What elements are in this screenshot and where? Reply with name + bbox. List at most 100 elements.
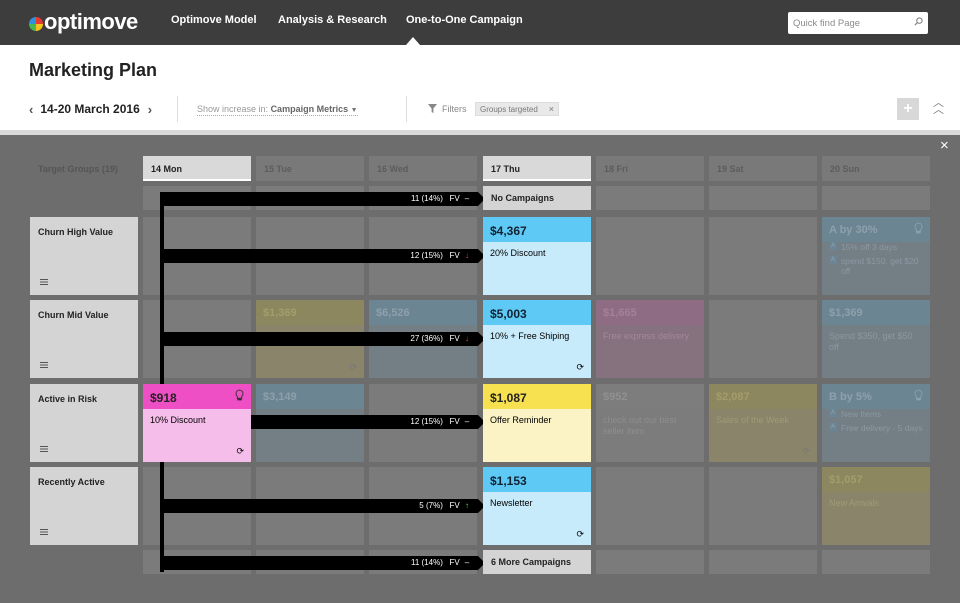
page-title: Marketing Plan bbox=[29, 60, 158, 80]
ab-variant-b: Aspend $150, get $20 off bbox=[829, 256, 919, 276]
campaign-card-active-in-risk-thu[interactable]: $1,087 Offer Reminder bbox=[483, 384, 591, 462]
trend-down-arrow-icon: ↓ bbox=[465, 334, 469, 343]
ab-variant-a: A New Items bbox=[829, 409, 882, 419]
row-label-text: Churn High Value bbox=[38, 227, 114, 237]
trend-flat-icon: – bbox=[464, 417, 470, 426]
day-header-wed[interactable]: 16 Wed bbox=[369, 156, 477, 181]
campaign-description: Sales of the Week bbox=[716, 415, 789, 425]
ab-variant-a: A 15% off 3 days bbox=[829, 242, 898, 252]
dropdown-caret-icon: ▼ bbox=[350, 107, 358, 114]
logo-mark-icon bbox=[29, 16, 43, 31]
collapse-chevron-up-icon[interactable]: ︿ ︿ bbox=[933, 98, 944, 116]
empty-grid-cell bbox=[822, 186, 930, 210]
campaign-amount: $1,665 bbox=[596, 300, 704, 325]
target-groups-header: Target Groups (19) bbox=[38, 164, 118, 174]
recurring-icon: ⟳ bbox=[802, 446, 810, 456]
flow-label: 12 (15%) FV ↓ bbox=[410, 250, 472, 262]
recurring-icon: ⟳ bbox=[576, 362, 584, 372]
row-label-text: Churn Mid Value bbox=[38, 310, 109, 320]
campaign-card-dimmed[interactable]: $1,057 New Arrivals bbox=[822, 467, 930, 545]
campaign-card-dimmed[interactable]: $2,087 Sales of the Week ⟳ bbox=[709, 384, 817, 462]
day-header-thu[interactable]: 17 Thu bbox=[483, 156, 591, 181]
filter-icon[interactable] bbox=[428, 104, 437, 113]
empty-grid-cell[interactable] bbox=[596, 467, 704, 545]
remove-filter-close-icon[interactable]: × bbox=[549, 104, 554, 114]
toolbar-divider bbox=[177, 96, 178, 122]
more-campaigns-box[interactable]: 6 More Campaigns bbox=[483, 550, 591, 574]
no-campaigns-box[interactable]: No Campaigns bbox=[483, 186, 591, 210]
day-header-tue[interactable]: 15 Tue bbox=[256, 156, 364, 181]
ab-test-card-dimmed[interactable]: B by 5% A New Items A Free delivery - 5 da… bbox=[822, 384, 930, 462]
quick-find-input[interactable] bbox=[788, 12, 928, 34]
campaign-description: Free express delivery bbox=[603, 331, 690, 341]
empty-grid-cell[interactable] bbox=[709, 300, 817, 378]
filter-chip-groups-targeted: Groups targeted × bbox=[475, 102, 559, 116]
campaign-card-churn-high-thu[interactable]: $4,367 20% Discount bbox=[483, 217, 591, 295]
add-campaign-button[interactable]: + bbox=[897, 98, 919, 120]
empty-grid-cell[interactable] bbox=[709, 467, 817, 545]
next-week-chevron-icon[interactable]: › bbox=[148, 102, 152, 117]
campaign-description: Offer Reminder bbox=[490, 415, 552, 425]
lightbulb-icon[interactable] bbox=[235, 389, 244, 401]
day-header-sun[interactable]: 20 Sun bbox=[822, 156, 930, 181]
campaign-description: Newsletter bbox=[490, 498, 533, 508]
row-label-active-in-risk[interactable]: Active in Risk bbox=[30, 384, 138, 462]
variant-marker-icon: A bbox=[829, 423, 837, 431]
day-header-mon[interactable]: 14 Mon bbox=[143, 156, 251, 181]
flow-label: 12 (15%) FV – bbox=[410, 416, 472, 428]
row-label-recently-active[interactable]: Recently Active bbox=[30, 467, 138, 545]
campaign-description: check out our best seller item bbox=[603, 415, 677, 436]
campaign-card-dimmed[interactable]: $1,369 Spend $350, get $50 off bbox=[822, 300, 930, 378]
show-increase-value[interactable]: Campaign Metrics bbox=[271, 104, 349, 114]
nav-analysis-research[interactable]: Analysis & Research bbox=[278, 14, 387, 26]
empty-grid-cell[interactable] bbox=[596, 217, 704, 295]
date-range-navigator: ‹ 14-20 March 2016 › bbox=[29, 101, 152, 117]
flow-label: 11 (14%) FV – bbox=[411, 557, 472, 569]
flow-arrow: 12 (15%) FV – bbox=[251, 415, 485, 429]
flow-arrow: 27 (36%) FV ↓ bbox=[160, 332, 485, 346]
variant-marker-icon: A bbox=[829, 409, 837, 417]
recurring-icon: ⟳ bbox=[576, 529, 584, 539]
flow-arrow: 11 (14%) FV – bbox=[160, 556, 485, 570]
campaign-amount: $1,087 bbox=[483, 384, 591, 409]
campaign-card-dimmed[interactable]: $952 check out our best seller item bbox=[596, 384, 704, 462]
nav-one-to-one-campaign[interactable]: One-to-One Campaign bbox=[406, 14, 523, 26]
row-label-churn-mid-value[interactable]: Churn Mid Value bbox=[30, 300, 138, 378]
show-increase-selector[interactable]: Show increase in: Campaign Metrics ▼ bbox=[197, 104, 358, 116]
row-label-text: Recently Active bbox=[38, 477, 105, 487]
filter-chip-label: Groups targeted bbox=[480, 104, 538, 114]
toolbar-divider bbox=[406, 96, 407, 122]
campaign-card-active-in-risk-mon[interactable]: $918 10% Discount ⟳ bbox=[143, 384, 251, 462]
list-icon[interactable] bbox=[40, 279, 48, 285]
recurring-icon: ⟳ bbox=[349, 362, 357, 372]
campaign-card-recently-active-thu[interactable]: $1,153 Newsletter ⟳ bbox=[483, 467, 591, 545]
row-label-churn-high-value[interactable]: Churn High Value bbox=[30, 217, 138, 295]
day-header-sat[interactable]: 19 Sat bbox=[709, 156, 817, 181]
row-label-text: Active in Risk bbox=[38, 394, 98, 404]
trend-flat-icon: – bbox=[464, 194, 470, 203]
nav-optimove-model[interactable]: Optimove Model bbox=[171, 14, 257, 26]
flow-label: 27 (36%) FV ↓ bbox=[410, 333, 472, 345]
list-icon[interactable] bbox=[40, 529, 48, 535]
ab-test-card-dimmed[interactable]: A by 30% A 15% off 3 days Aspend $150, ge… bbox=[822, 217, 930, 295]
day-header-fri[interactable]: 18 Fri bbox=[596, 156, 704, 181]
previous-week-chevron-icon[interactable]: ‹ bbox=[29, 102, 33, 117]
list-icon[interactable] bbox=[40, 446, 48, 452]
campaign-description: 10% Discount bbox=[150, 415, 206, 425]
empty-grid-cell bbox=[596, 550, 704, 574]
flow-label: 11 (14%) FV – bbox=[411, 193, 472, 205]
close-overlay-icon[interactable]: × bbox=[940, 138, 949, 153]
filters-label[interactable]: Filters bbox=[442, 104, 467, 114]
campaign-card-dimmed[interactable]: $1,665 Free express delivery bbox=[596, 300, 704, 378]
empty-grid-cell[interactable] bbox=[709, 217, 817, 295]
campaign-amount: $2,087 bbox=[709, 384, 817, 409]
campaign-amount: $1,057 bbox=[822, 467, 930, 492]
variant-marker-icon: A bbox=[829, 242, 837, 250]
list-icon[interactable] bbox=[40, 362, 48, 368]
campaign-description: New Arrivals bbox=[829, 498, 880, 508]
campaign-amount: $1,369 bbox=[822, 300, 930, 325]
campaign-card-churn-mid-thu[interactable]: $5,003 10% + Free Shiping ⟳ bbox=[483, 300, 591, 378]
campaign-amount: $6,526 bbox=[369, 300, 477, 325]
optimove-logo[interactable]: optimove bbox=[29, 9, 138, 35]
search-icon[interactable] bbox=[914, 17, 923, 26]
